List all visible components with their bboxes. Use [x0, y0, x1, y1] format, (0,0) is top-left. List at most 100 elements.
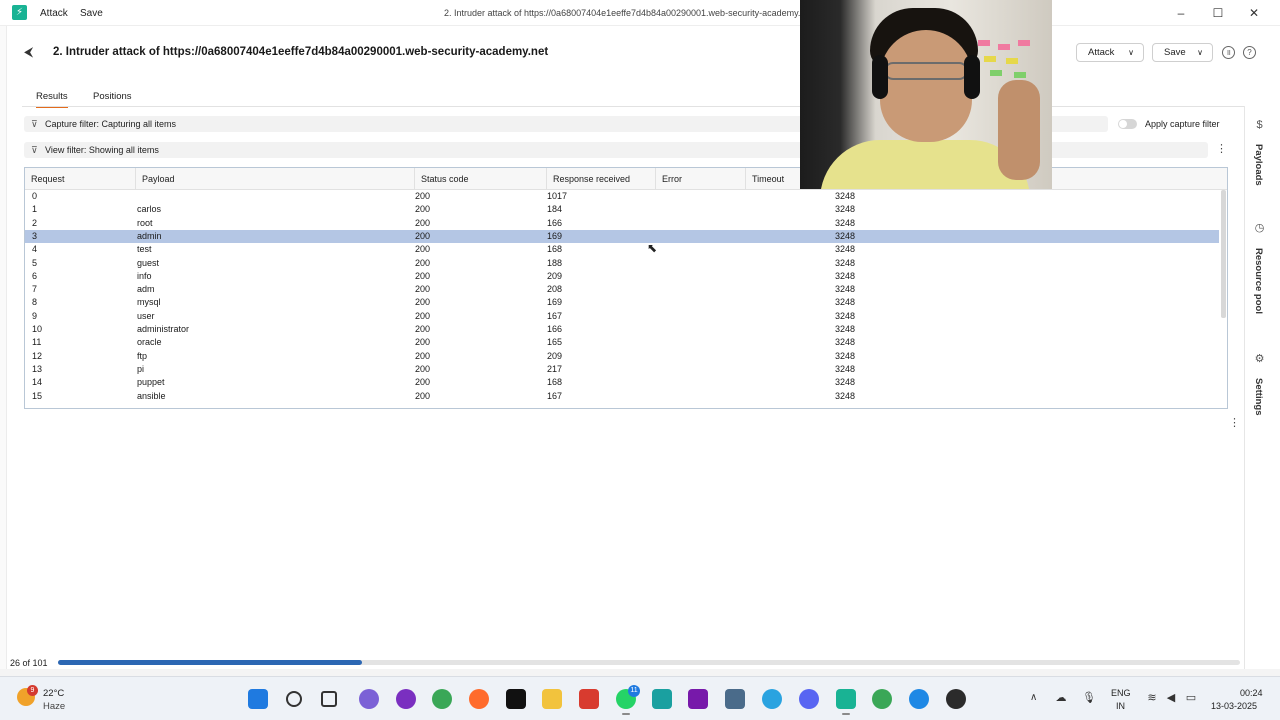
- chevron-up-icon[interactable]: ∧: [1030, 692, 1037, 703]
- tor-browser-icon[interactable]: [396, 689, 416, 709]
- cell-status-code: 200: [415, 377, 431, 388]
- wifi-icon[interactable]: ≋: [1145, 691, 1159, 705]
- person-face: [880, 30, 972, 142]
- gear-icon[interactable]: ⚙: [1253, 353, 1266, 366]
- cell-response-received: 167: [547, 310, 563, 321]
- clock-icon[interactable]: ◷: [1253, 222, 1266, 235]
- more-options-icon[interactable]: ⋮: [1229, 416, 1240, 429]
- table-row[interactable]: 12 ftp 200 209 3248: [25, 350, 1219, 363]
- chrome-profile-icon[interactable]: [872, 689, 892, 709]
- cell-request: 12: [32, 350, 43, 361]
- maximize-icon[interactable]: ☐: [1207, 4, 1229, 22]
- search-icon[interactable]: [286, 691, 302, 707]
- chrome-icon[interactable]: [432, 689, 452, 709]
- cell-length: 3248: [835, 244, 856, 255]
- cell-payload: user: [137, 310, 155, 321]
- language-indicator[interactable]: ENG: [1111, 688, 1131, 698]
- task-view-icon[interactable]: [321, 691, 337, 707]
- help-icon[interactable]: ?: [1243, 46, 1256, 59]
- dollar-icon[interactable]: $: [1253, 119, 1266, 132]
- attack-dropdown-button[interactable]: Attack ∨: [1076, 43, 1144, 62]
- column-header-timeout[interactable]: Timeout: [746, 168, 806, 190]
- cell-response-received: 188: [547, 257, 563, 268]
- cell-payload: ansible: [137, 390, 166, 401]
- table-row[interactable]: 11 oracle 200 165 3248: [25, 336, 1219, 349]
- cell-request: 10: [32, 324, 43, 334]
- onenote-icon[interactable]: [688, 689, 708, 709]
- table-row[interactable]: 9 user 200 167 3248: [25, 310, 1219, 323]
- cell-status-code: 200: [415, 270, 431, 281]
- cell-status-code: 200: [415, 390, 431, 401]
- column-header-status-code[interactable]: Status code: [415, 168, 547, 190]
- pause-icon[interactable]: ॥: [1222, 46, 1235, 59]
- cell-length: 3248: [835, 377, 856, 388]
- chrome-beta-icon[interactable]: [909, 689, 929, 709]
- more-options-icon[interactable]: ⋮: [1216, 142, 1227, 155]
- cell-payload: root: [137, 217, 153, 228]
- table-row[interactable]: 7 adm 200 208 3248: [25, 283, 1219, 296]
- discord-icon[interactable]: [799, 689, 819, 709]
- side-tab-settings[interactable]: Settings: [1253, 378, 1264, 415]
- attack-button-label: Attack: [1088, 47, 1115, 58]
- burp-logo-icon: ⚡: [12, 5, 27, 20]
- page-title: 2. Intruder attack of https://0a68007404…: [53, 46, 549, 58]
- title-bar: ⚡ Attack Save 2. Intruder attack of http…: [0, 0, 1280, 26]
- table-row[interactable]: 2 root 200 166 3248: [25, 217, 1219, 230]
- column-header-error[interactable]: Error: [656, 168, 746, 190]
- table-row[interactable]: 10 administrator 200 166 3248: [25, 323, 1219, 336]
- weather-temperature[interactable]: 22°C: [43, 688, 64, 699]
- table-row[interactable]: 13 pi 200 217 3248: [25, 363, 1219, 376]
- table-row-selected[interactable]: 3 admin 200 169 3248: [25, 229, 1219, 243]
- telegram-icon[interactable]: [762, 689, 782, 709]
- language-region[interactable]: IN: [1116, 701, 1125, 711]
- headphone-icon: [872, 55, 888, 99]
- side-tab-resource-pool[interactable]: Resource pool: [1253, 248, 1264, 314]
- cell-length: 3248: [835, 270, 856, 281]
- back-arrow-icon[interactable]: ⮜: [24, 45, 38, 59]
- table-row[interactable]: 1 carlos 200 184 3248: [25, 203, 1219, 216]
- cloud-icon[interactable]: ☁: [1054, 691, 1068, 705]
- menu-save[interactable]: Save: [80, 8, 103, 19]
- progress-bar: [58, 660, 1240, 665]
- weather-description[interactable]: Haze: [43, 701, 65, 712]
- table-row[interactable]: 0 200 1017 3248: [25, 190, 1219, 203]
- apply-capture-filter-label: Apply capture filter: [1145, 119, 1220, 129]
- column-header-response-received[interactable]: Response received: [547, 168, 656, 190]
- side-tab-payloads[interactable]: Payloads: [1253, 144, 1264, 186]
- table-row[interactable]: 4 test 200 168 3248: [25, 243, 1219, 256]
- column-header-request[interactable]: Request: [25, 168, 136, 190]
- speaker-icon[interactable]: ◀: [1164, 691, 1178, 705]
- battery-icon[interactable]: ▭: [1184, 691, 1198, 705]
- cell-length: 3248: [835, 191, 856, 201]
- table-row[interactable]: 6 info 200 209 3248: [25, 270, 1219, 283]
- notion-icon[interactable]: [506, 689, 526, 709]
- column-header-payload[interactable]: Payload: [136, 168, 415, 190]
- table-scrollbar[interactable]: [1221, 190, 1226, 318]
- burp-suite-icon[interactable]: [836, 689, 856, 709]
- table-row[interactable]: 14 puppet 200 168 3248: [25, 376, 1219, 389]
- copilot-icon[interactable]: [359, 689, 379, 709]
- table-row[interactable]: 15 ansible 200 167 3248: [25, 390, 1219, 403]
- menu-attack[interactable]: Attack: [40, 8, 68, 19]
- save-dropdown-button[interactable]: Save ∨: [1152, 43, 1213, 62]
- file-explorer-icon[interactable]: [542, 689, 562, 709]
- table-row[interactable]: 8 mysql 200 169 3248: [25, 296, 1219, 309]
- red-app-icon[interactable]: [579, 689, 599, 709]
- calculator-icon[interactable]: [725, 689, 745, 709]
- cell-response-received: 1017: [547, 191, 568, 201]
- firefox-icon[interactable]: [469, 689, 489, 709]
- apply-capture-filter-toggle[interactable]: [1118, 119, 1137, 129]
- clock-time[interactable]: 00:24: [1240, 688, 1263, 698]
- windows-start-icon[interactable]: [248, 689, 268, 709]
- microphone-icon[interactable]: 🎙: [1082, 691, 1096, 705]
- tab-positions[interactable]: Positions: [93, 91, 132, 106]
- obs-studio-icon[interactable]: [946, 689, 966, 709]
- close-icon[interactable]: ✕: [1243, 4, 1265, 22]
- cell-status-code: 200: [415, 350, 431, 361]
- table-row[interactable]: 5 guest 200 188 3248: [25, 257, 1219, 270]
- minimize-icon[interactable]: –: [1170, 4, 1192, 22]
- clock-date[interactable]: 13-03-2025: [1211, 701, 1257, 711]
- cell-response-received: 167: [547, 390, 563, 401]
- cell-request: 1: [32, 204, 38, 215]
- snipping-tool-icon[interactable]: [652, 689, 672, 709]
